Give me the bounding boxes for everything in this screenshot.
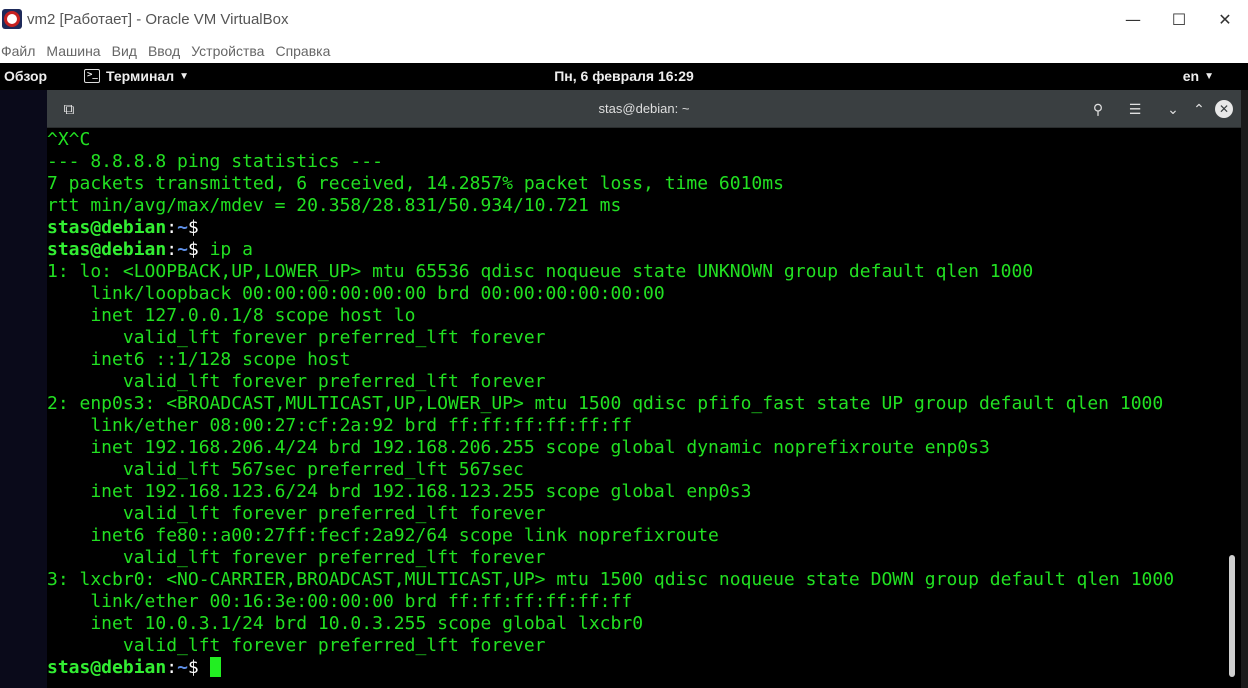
- terminal-output-line: valid_lft 567sec preferred_lft 567sec: [47, 459, 524, 480]
- prompt-path: ~: [177, 217, 188, 238]
- maximize-button[interactable]: ☐: [1156, 0, 1202, 38]
- terminal-output-line: 3: lxcbr0: <NO-CARRIER,BROADCAST,MULTICA…: [47, 569, 1175, 590]
- prompt-user-host: stas@debian: [47, 657, 167, 678]
- terminal-output-line: valid_lft forever preferred_lft forever: [47, 503, 546, 524]
- search-icon[interactable]: ⚲: [1088, 100, 1108, 120]
- minimize-button[interactable]: —: [1110, 0, 1156, 38]
- menu-input[interactable]: Ввод: [147, 43, 186, 59]
- prompt-separator: :: [166, 657, 178, 678]
- virtualbox-app-icon: [2, 9, 22, 29]
- prompt-path: ~: [177, 239, 188, 260]
- chevron-down-icon: ▼: [1204, 70, 1214, 82]
- terminal-body[interactable]: ^X^C --- 8.8.8.8 ping statistics --- 7 pac…: [47, 129, 1241, 688]
- terminal-output-line: inet 10.0.3.1/24 brd 10.0.3.255 scope gl…: [47, 613, 644, 634]
- clock[interactable]: Пн, 6 февраля 16:29: [554, 68, 694, 84]
- prompt-separator: :: [166, 239, 178, 260]
- terminal-title: stas@debian: ~: [598, 101, 690, 116]
- terminal-output-line: --- 8.8.8.8 ping statistics ---: [47, 151, 383, 172]
- terminal-output-line: inet 127.0.0.1/8 scope host lo: [47, 305, 416, 326]
- host-window-controls: — ☐ ✕: [1110, 0, 1248, 38]
- prompt-user-host: stas@debian: [47, 217, 167, 238]
- activities-overview-button[interactable]: Обзор: [4, 68, 47, 84]
- host-window-title: vm2 [Работает] - Oracle VM VirtualBox: [27, 10, 289, 28]
- terminal-output-line: inet6 fe80::a00:27ff:fecf:2a92/64 scope …: [47, 525, 719, 546]
- hamburger-menu-icon[interactable]: ☰: [1125, 100, 1145, 120]
- close-button[interactable]: ✕: [1202, 0, 1248, 38]
- prompt-separator: :: [166, 217, 178, 238]
- app-menu-label: Терминал: [106, 68, 175, 84]
- language-label: en: [1182, 68, 1200, 84]
- minimize-chevron-icon[interactable]: ⌄: [1163, 100, 1183, 120]
- menu-machine[interactable]: Машина: [45, 43, 106, 59]
- terminal-output-line: link/ether 00:16:3e:00:00:00 brd ff:ff:f…: [47, 591, 633, 612]
- terminal-output: ^X^C --- 8.8.8.8 ping statistics --- 7 pac…: [47, 129, 1225, 679]
- command-text: ip a: [198, 239, 253, 260]
- terminal-window[interactable]: ⧉ stas@debian: ~ ⚲ ☰ ⌄ ⌃ ✕ ^X^C --- 8.8.8…: [47, 90, 1241, 688]
- terminal-output-line: link/ether 08:00:27:cf:2a:92 brd ff:ff:f…: [47, 415, 633, 436]
- prompt-path: ~: [177, 657, 188, 678]
- terminal-headerbar[interactable]: ⧉ stas@debian: ~ ⚲ ☰ ⌄ ⌃ ✕: [47, 90, 1241, 128]
- host-titlebar: vm2 [Работает] - Oracle VM VirtualBox — …: [0, 0, 1248, 38]
- terminal-output-line: 1: lo: <LOOPBACK,UP,LOWER_UP> mtu 65536 …: [47, 261, 1034, 282]
- text-cursor: [209, 657, 221, 677]
- scrollbar-thumb[interactable]: [1229, 555, 1235, 677]
- desktop-background: [0, 90, 47, 688]
- menu-devices[interactable]: Устройства: [190, 43, 270, 59]
- app-menu-terminal[interactable]: >_ Терминал ▼: [84, 68, 189, 84]
- menu-view[interactable]: Вид: [111, 43, 143, 59]
- terminal-output-line: valid_lft forever preferred_lft forever: [47, 635, 546, 656]
- terminal-output-line: inet6 ::1/128 scope host: [47, 349, 351, 370]
- terminal-close-icon[interactable]: ✕: [1215, 100, 1233, 118]
- guest-display[interactable]: Обзор >_ Терминал ▼ Пн, 6 февраля 16:29 …: [0, 63, 1248, 688]
- desktop-edge-right: [1241, 90, 1248, 688]
- prompt-user-host: stas@debian: [47, 239, 167, 260]
- terminal-output-line: valid_lft forever preferred_lft forever: [47, 327, 546, 348]
- terminal-prompt-line: stas@debian:~$: [47, 217, 1225, 239]
- terminal-prompt-line: stas@debian:~$: [47, 657, 1225, 679]
- terminal-output-line: valid_lft forever preferred_lft forever: [47, 371, 546, 392]
- terminal-output-line: inet 192.168.123.6/24 brd 192.168.123.25…: [47, 481, 752, 502]
- chevron-down-icon: ▼: [179, 70, 190, 82]
- gnome-top-bar: Обзор >_ Терминал ▼ Пн, 6 февраля 16:29 …: [0, 63, 1248, 90]
- menu-file[interactable]: Файл: [0, 43, 41, 59]
- command-text: [199, 657, 210, 678]
- host-menubar: Файл Машина Вид Ввод Устройства Справка: [0, 38, 1248, 63]
- terminal-output-line: inet 192.168.206.4/24 brd 192.168.206.25…: [47, 437, 990, 458]
- prompt-dollar: $: [187, 239, 199, 260]
- maximize-chevron-icon[interactable]: ⌃: [1189, 100, 1209, 120]
- prompt-dollar: $: [187, 657, 199, 678]
- terminal-app-icon: >_: [84, 69, 100, 83]
- scrollbar[interactable]: [1225, 129, 1241, 688]
- terminal-output-line: link/loopback 00:00:00:00:00:00 brd 00:0…: [47, 283, 665, 304]
- menu-help[interactable]: Справка: [274, 43, 336, 59]
- terminal-prompt-line: stas@debian:~$ ip a: [47, 239, 1225, 261]
- terminal-output-line: 7 packets transmitted, 6 received, 14.28…: [47, 173, 784, 194]
- prompt-dollar: $: [187, 217, 199, 238]
- terminal-output-line: 2: enp0s3: <BROADCAST,MULTICAST,UP,LOWER…: [47, 393, 1164, 414]
- terminal-output-line: valid_lft forever preferred_lft forever: [47, 547, 546, 568]
- terminal-output-line: ^X^C: [47, 129, 91, 150]
- language-indicator[interactable]: en ▼: [1183, 68, 1214, 84]
- terminal-output-line: rtt min/avg/max/mdev = 20.358/28.831/50.…: [47, 195, 622, 216]
